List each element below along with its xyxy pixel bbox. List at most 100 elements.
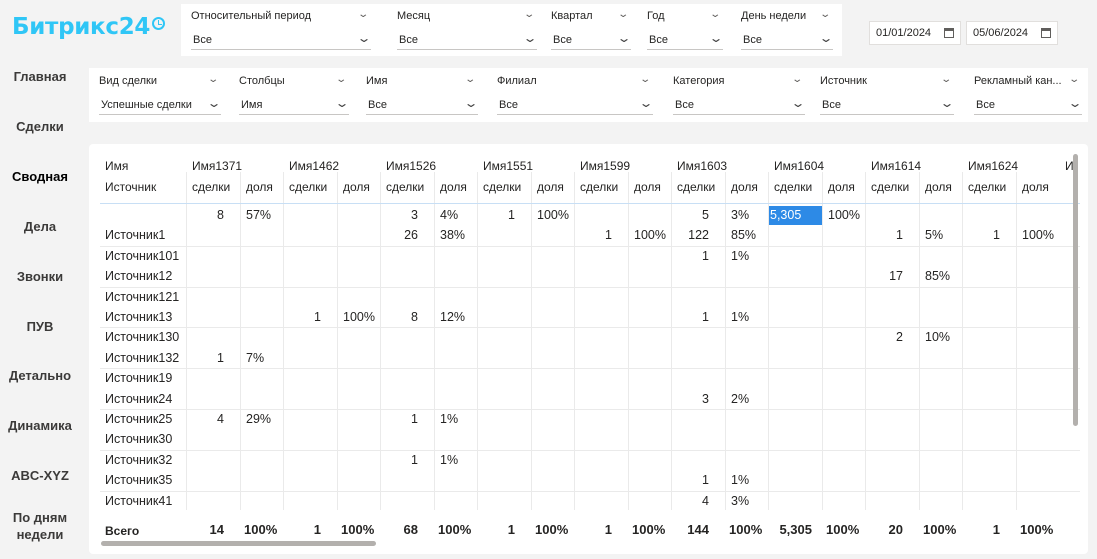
filter-slicer[interactable]: Столбцы ⌄ Имя ⌄ [239, 74, 350, 117]
row-header[interactable]: Источник30 [105, 432, 172, 446]
matrix-cell[interactable]: 85% [731, 228, 756, 242]
matrix-cell[interactable]: 5 [673, 208, 709, 222]
matrix-cell[interactable]: 4% [440, 208, 458, 222]
row-header[interactable]: Источник101 [105, 249, 179, 263]
column-header[interactable]: Имя1462 [289, 159, 339, 173]
matrix-cell[interactable]: 3% [731, 494, 749, 508]
nav-item[interactable]: Звонки [0, 268, 80, 285]
filter-dropdown[interactable]: Все ⌄ [397, 30, 538, 50]
matrix-cell[interactable]: 1 [867, 228, 903, 242]
chevron-down-icon[interactable]: ⌄ [357, 9, 369, 20]
row-header[interactable]: Источник35 [105, 473, 172, 487]
filter-slicer[interactable]: Филиал ⌄ Все ⌄ [497, 74, 654, 117]
matrix-cell[interactable]: 1 [576, 228, 612, 242]
horizontal-scrollbar[interactable] [101, 541, 376, 546]
filter-slicer[interactable]: Относительный период ⌄ Все ⌄ [191, 9, 372, 52]
filter-dropdown[interactable]: Все ⌄ [191, 30, 372, 50]
matrix-cell[interactable]: 1 [188, 351, 224, 365]
matrix-cell[interactable]: 85% [925, 269, 950, 283]
row-header[interactable]: Источник32 [105, 453, 172, 467]
vertical-scrollbar[interactable] [1073, 154, 1078, 426]
date-to-field[interactable]: 05/06/2024 [966, 21, 1058, 45]
matrix-cell[interactable]: 1 [382, 453, 418, 467]
filter-slicer[interactable]: Вид сделки ⌄ Успешные сделки ⌄ [99, 74, 222, 117]
matrix-cell[interactable]: 2 [867, 330, 903, 344]
row-header[interactable]: Источник121 [105, 290, 179, 304]
matrix-cell[interactable]: 29% [246, 412, 271, 426]
matrix-cell[interactable]: 1 [285, 310, 321, 324]
matrix-cell[interactable]: 4 [188, 412, 224, 426]
filter-dropdown[interactable]: Все ⌄ [497, 95, 654, 115]
matrix-cell[interactable]: 3% [731, 208, 749, 222]
matrix-cell[interactable]: 1% [731, 473, 749, 487]
filter-slicer[interactable]: Имя ⌄ Все ⌄ [366, 74, 479, 117]
filter-dropdown[interactable]: Все ⌄ [647, 30, 724, 50]
chevron-down-icon[interactable]: ⌄ [464, 74, 476, 85]
matrix-cell[interactable]: 1% [440, 412, 458, 426]
matrix-cell[interactable]: 2% [731, 392, 749, 406]
nav-item[interactable]: По дням недели [0, 509, 80, 543]
matrix-cell[interactable]: 10% [925, 330, 950, 344]
column-header[interactable]: Имя1624 [968, 159, 1018, 173]
matrix-cell[interactable]: 5,305 [770, 208, 810, 222]
row-header[interactable]: Источник24 [105, 392, 172, 406]
row-header[interactable]: Источник25 [105, 412, 172, 426]
filter-dropdown[interactable]: Все ⌄ [551, 30, 632, 50]
matrix-cell[interactable]: 17 [867, 269, 903, 283]
filter-slicer[interactable]: Месяц ⌄ Все ⌄ [397, 9, 538, 52]
matrix-cell[interactable]: 57% [246, 208, 271, 222]
matrix-cell[interactable]: 1 [382, 412, 418, 426]
matrix-cell[interactable]: 38% [440, 228, 465, 242]
chevron-down-icon[interactable]: ⌄ [207, 74, 219, 85]
matrix-cell[interactable]: 1 [479, 208, 515, 222]
chevron-down-icon[interactable]: ⌄ [709, 9, 721, 20]
row-header[interactable]: Источник132 [105, 351, 179, 365]
matrix-cell[interactable]: 1% [731, 249, 749, 263]
row-header[interactable]: Источник12 [105, 269, 172, 283]
filter-slicer[interactable]: Квартал ⌄ Все ⌄ [551, 9, 632, 52]
filter-dropdown[interactable]: Имя ⌄ [239, 95, 350, 115]
column-header[interactable]: Имя1599 [580, 159, 630, 173]
row-header[interactable]: Источник1 [105, 228, 165, 242]
filter-slicer[interactable]: День недели ⌄ Все ⌄ [741, 9, 834, 52]
chevron-down-icon[interactable]: ⌄ [523, 9, 535, 20]
matrix-cell[interactable]: 12% [440, 310, 465, 324]
filter-dropdown[interactable]: Все ⌄ [741, 30, 834, 50]
nav-item[interactable]: Дела [0, 218, 80, 235]
chevron-down-icon[interactable]: ⌄ [940, 74, 952, 85]
nav-item[interactable]: Сделки [0, 118, 80, 135]
chevron-down-icon[interactable]: ⌄ [335, 74, 347, 85]
chevron-down-icon[interactable]: ⌄ [819, 9, 831, 20]
matrix-cell[interactable]: 100% [634, 228, 666, 242]
column-header[interactable]: Имя1604 [774, 159, 824, 173]
matrix-cell[interactable]: 8 [188, 208, 224, 222]
matrix-cell[interactable]: 4 [673, 494, 709, 508]
chevron-down-icon[interactable]: ⌄ [791, 74, 803, 85]
filter-dropdown[interactable]: Успешные сделки ⌄ [99, 95, 222, 115]
matrix-cell[interactable]: 100% [828, 208, 860, 222]
nav-item[interactable]: ABC-XYZ [0, 467, 80, 484]
matrix-cell[interactable]: 1 [964, 228, 1000, 242]
row-header[interactable]: Источник130 [105, 330, 179, 344]
nav-item[interactable]: Детально [0, 367, 80, 384]
matrix-cell[interactable]: 5% [925, 228, 943, 242]
column-header[interactable]: Имя1526 [386, 159, 436, 173]
matrix-cell[interactable]: 100% [537, 208, 569, 222]
filter-dropdown[interactable]: Все ⌄ [820, 95, 955, 115]
matrix-cell[interactable]: 100% [343, 310, 375, 324]
row-header[interactable]: Источник41 [105, 494, 172, 508]
chevron-down-icon[interactable]: ⌄ [639, 74, 651, 85]
date-from-field[interactable]: 01/01/2024 [869, 21, 961, 45]
nav-item[interactable]: Динамика [0, 417, 80, 434]
column-header[interactable]: Имя1551 [483, 159, 533, 173]
matrix-cell[interactable]: 100% [1022, 228, 1054, 242]
filter-slicer[interactable]: Год ⌄ Все ⌄ [647, 9, 724, 52]
filter-dropdown[interactable]: Все ⌄ [673, 95, 806, 115]
filter-dropdown[interactable]: Все ⌄ [366, 95, 479, 115]
matrix-cell[interactable]: 3 [382, 208, 418, 222]
matrix-cell[interactable]: 1 [673, 249, 709, 263]
matrix-cell[interactable]: 1 [673, 473, 709, 487]
nav-item[interactable]: Главная [0, 68, 80, 85]
filter-slicer[interactable]: Рекламный кан... ⌄ Все ⌄ [974, 74, 1083, 117]
nav-item[interactable]: Сводная [0, 168, 80, 185]
